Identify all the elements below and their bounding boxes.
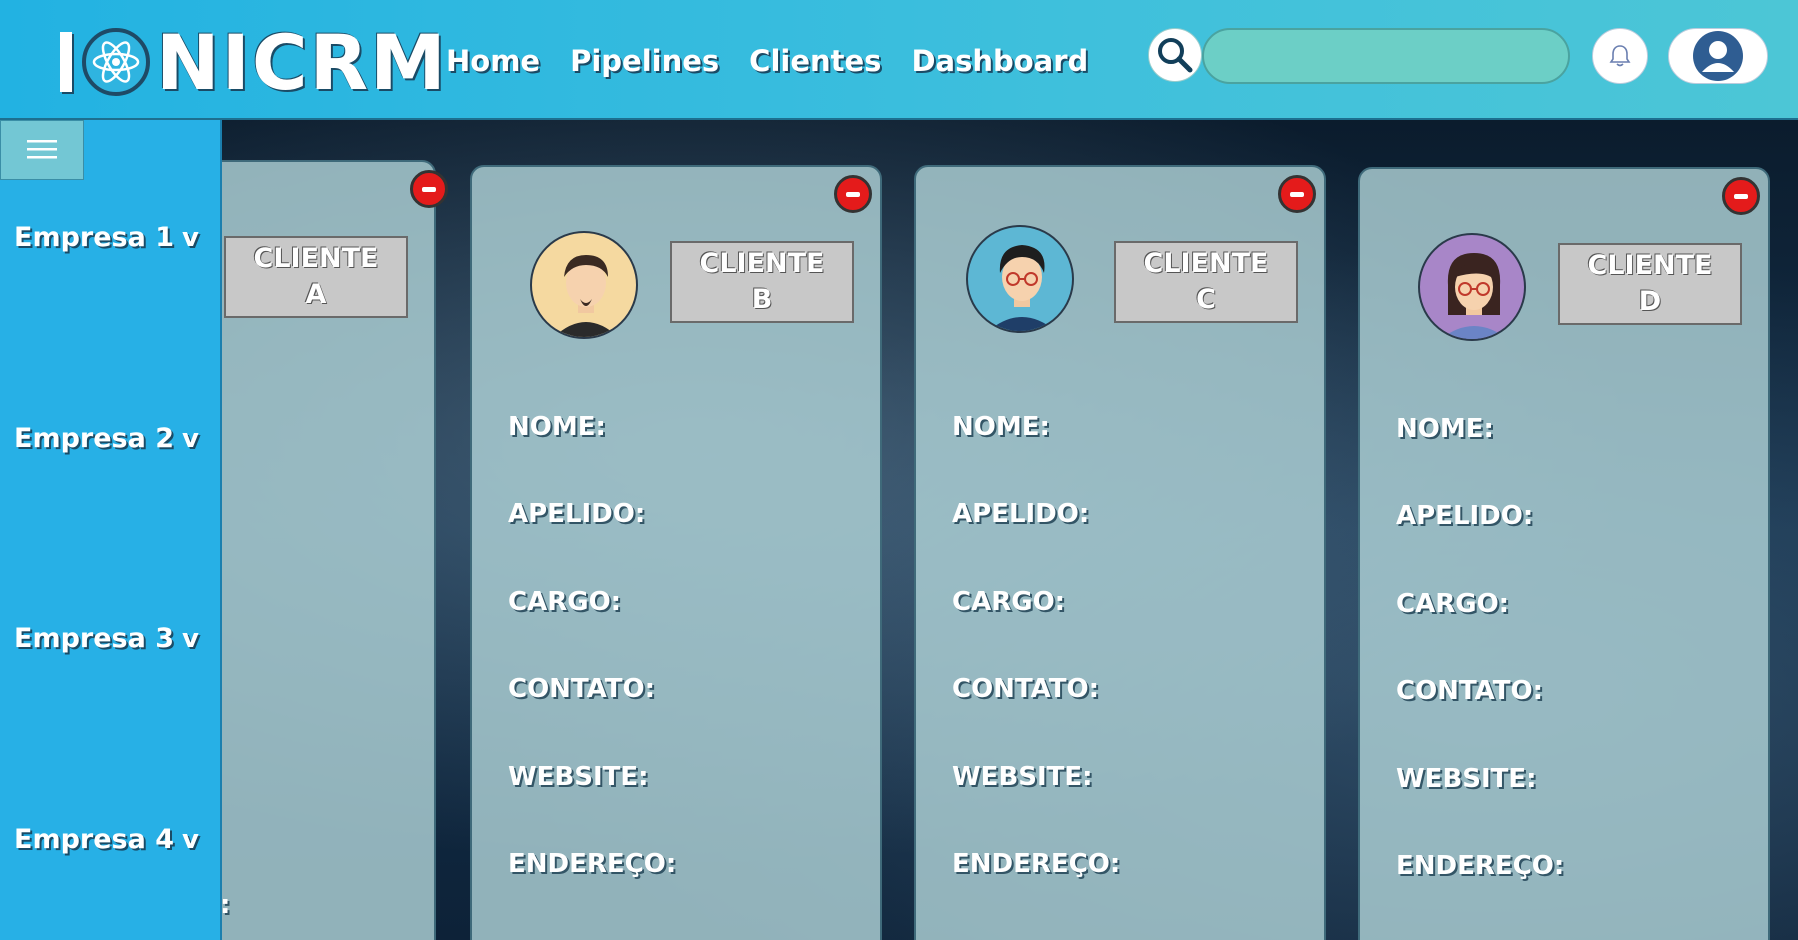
field-apelido: APELIDO: bbox=[508, 499, 646, 529]
remove-card-button[interactable] bbox=[410, 170, 448, 208]
sidebar-item-empresa-4[interactable]: Empresa 4 v bbox=[14, 824, 199, 855]
nav-clientes[interactable]: Clientes bbox=[749, 44, 881, 78]
client-card-b: CLIENTE B NOME: APELIDO: CARGO: CONTATO:… bbox=[470, 165, 882, 940]
female-glasses-avatar-icon bbox=[1418, 233, 1526, 341]
sidebar-item-empresa-1[interactable]: Empresa 1 v bbox=[14, 222, 199, 253]
client-d-button[interactable]: CLIENTE D bbox=[1558, 243, 1742, 325]
field-nome: NOME: bbox=[508, 412, 606, 442]
nav-dashboard[interactable]: Dashboard bbox=[911, 44, 1088, 78]
nav-home[interactable]: Home bbox=[446, 44, 540, 78]
field-website: WEBSITE: bbox=[508, 762, 649, 792]
remove-card-button[interactable] bbox=[834, 175, 872, 213]
field-cargo: CARGO: bbox=[508, 587, 622, 617]
nav-pipelines[interactable]: Pipelines bbox=[570, 44, 719, 78]
field-apelido: APELIDO: bbox=[1396, 501, 1534, 531]
remove-card-button[interactable] bbox=[1722, 177, 1760, 215]
top-header: NICRM Home Pipelines Clientes Dashboard bbox=[0, 0, 1798, 120]
field-endereco: ENDEREÇO: bbox=[952, 849, 1121, 879]
field-cargo: CARGO: bbox=[1396, 589, 1510, 619]
client-card-a: CLIENTE A : bbox=[222, 160, 448, 940]
notifications-button[interactable] bbox=[1592, 28, 1648, 84]
field-apelido: APELIDO: bbox=[952, 499, 1090, 529]
field-contato: CONTATO: bbox=[1396, 676, 1543, 706]
hamburger-icon bbox=[27, 140, 57, 159]
logo-bar bbox=[60, 32, 72, 92]
search-button[interactable] bbox=[1148, 28, 1202, 82]
client-cards-area[interactable]: CLIENTE A : CLIENTE B NOME: APELIDO: CAR… bbox=[222, 120, 1798, 940]
field-nome: NOME: bbox=[1396, 414, 1494, 444]
male-glasses-avatar-icon bbox=[966, 225, 1074, 333]
logo-text: NICRM bbox=[156, 17, 448, 107]
client-a-button[interactable]: CLIENTE A bbox=[224, 236, 408, 318]
field-cargo: CARGO: bbox=[952, 587, 1066, 617]
company-label: Empresa 4 bbox=[14, 824, 175, 855]
field-contato: CONTATO: bbox=[952, 674, 1099, 704]
field-website: WEBSITE: bbox=[952, 762, 1093, 792]
remove-card-button[interactable] bbox=[1278, 175, 1316, 213]
profile-button[interactable] bbox=[1668, 28, 1768, 84]
search-input[interactable] bbox=[1202, 28, 1570, 84]
sidebar: Empresa 1 v Empresa 2 v Empresa 3 v Empr… bbox=[0, 120, 222, 940]
app-logo[interactable]: NICRM bbox=[60, 18, 448, 107]
field-contato: CONTATO: bbox=[508, 674, 655, 704]
client-b-button[interactable]: CLIENTE B bbox=[670, 241, 854, 323]
field-endereco: ENDEREÇO: bbox=[1396, 851, 1565, 881]
sidebar-item-empresa-3[interactable]: Empresa 3 v bbox=[14, 623, 199, 654]
client-card-d: CLIENTE D NOME: APELIDO: CARGO: CONTATO:… bbox=[1358, 167, 1770, 940]
company-label: Empresa 1 bbox=[14, 222, 175, 253]
partial-field-label: : bbox=[222, 890, 230, 920]
company-label: Empresa 2 bbox=[14, 423, 175, 454]
chevron-down-icon: v bbox=[182, 623, 199, 654]
search-icon bbox=[1158, 38, 1193, 73]
client-c-button[interactable]: CLIENTE C bbox=[1114, 241, 1298, 323]
client-card-c: CLIENTE C NOME: APELIDO: CARGO: CONTATO:… bbox=[914, 165, 1326, 940]
sidebar-item-empresa-2[interactable]: Empresa 2 v bbox=[14, 423, 199, 454]
company-label: Empresa 3 bbox=[14, 623, 175, 654]
chevron-down-icon: v bbox=[182, 824, 199, 855]
field-nome: NOME: bbox=[952, 412, 1050, 442]
field-endereco: ENDEREÇO: bbox=[508, 849, 677, 879]
chevron-down-icon: v bbox=[182, 222, 199, 253]
main-nav: Home Pipelines Clientes Dashboard bbox=[446, 44, 1088, 78]
male-beard-avatar-icon bbox=[530, 231, 638, 339]
atom-icon bbox=[82, 28, 150, 96]
chevron-down-icon: v bbox=[182, 423, 199, 454]
hamburger-menu-button[interactable] bbox=[0, 120, 84, 180]
user-avatar-icon bbox=[1693, 31, 1743, 81]
field-website: WEBSITE: bbox=[1396, 764, 1537, 794]
bell-icon bbox=[1609, 45, 1631, 67]
